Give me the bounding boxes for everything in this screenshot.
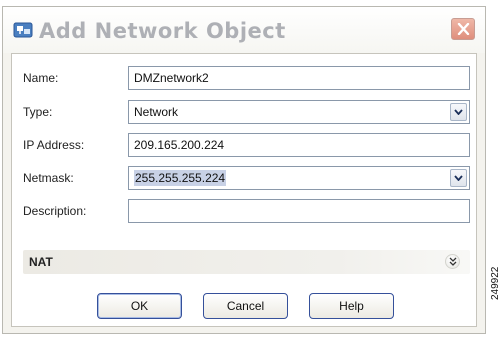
- type-select[interactable]: Network: [128, 100, 470, 124]
- close-button[interactable]: [451, 18, 475, 40]
- nat-section-header[interactable]: NAT: [23, 250, 470, 274]
- add-network-object-dialog: Add Network Object Name: DMZnetwork2 Typ…: [2, 6, 486, 334]
- double-chevron-down-icon: [449, 257, 457, 266]
- netmask-value: 255.255.255.224: [134, 170, 227, 186]
- ip-address-label: IP Address:: [23, 138, 85, 152]
- netmask-select[interactable]: 255.255.255.224: [128, 166, 470, 190]
- nat-label: NAT: [29, 255, 53, 269]
- type-label: Type:: [23, 105, 53, 119]
- cancel-button[interactable]: Cancel: [203, 293, 288, 319]
- title-bar: Add Network Object: [3, 7, 485, 53]
- name-value: DMZnetwork2: [134, 71, 209, 85]
- description-label: Description:: [23, 204, 87, 218]
- dialog-content: Name: DMZnetwork2 Type: Network IP Addre…: [11, 53, 477, 327]
- close-icon: [457, 23, 470, 35]
- figure-id: 249922: [490, 266, 501, 300]
- ok-button[interactable]: OK: [97, 293, 182, 319]
- ip-address-value: 209.165.200.224: [134, 138, 225, 152]
- network-object-icon: [13, 21, 33, 39]
- name-label: Name:: [23, 71, 59, 85]
- chevron-down-icon: [454, 109, 463, 115]
- name-field[interactable]: DMZnetwork2: [128, 66, 470, 90]
- dialog-title: Add Network Object: [39, 19, 286, 43]
- help-button[interactable]: Help: [309, 293, 394, 319]
- type-dropdown-button[interactable]: [450, 103, 467, 121]
- ip-address-field[interactable]: 209.165.200.224: [128, 133, 470, 157]
- expand-icon[interactable]: [445, 254, 460, 269]
- description-field[interactable]: [128, 199, 470, 223]
- chevron-down-icon: [454, 175, 463, 181]
- type-value: Network: [134, 105, 179, 119]
- netmask-label: Netmask:: [23, 171, 74, 185]
- netmask-dropdown-button[interactable]: [450, 169, 467, 187]
